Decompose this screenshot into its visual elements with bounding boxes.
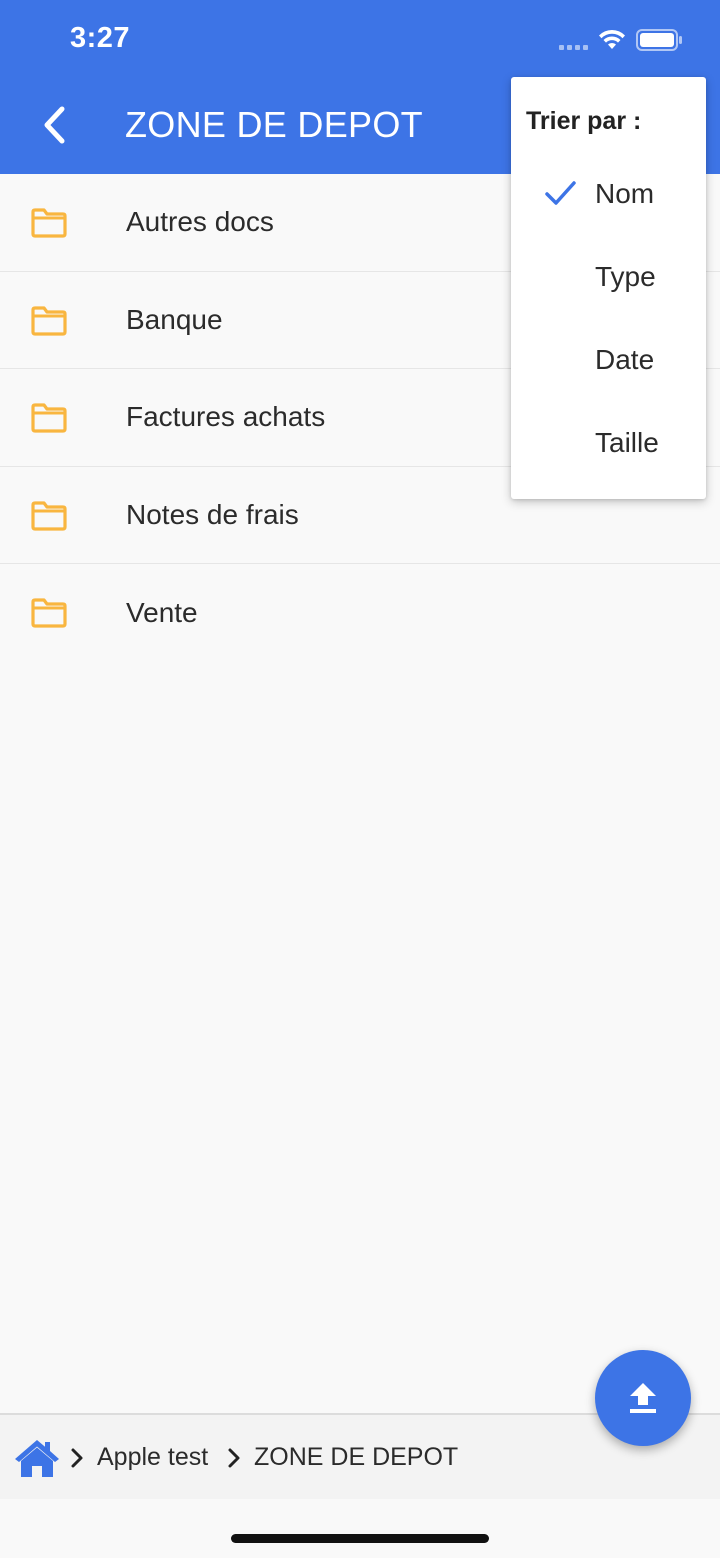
sort-option-label: Taille <box>595 427 659 458</box>
battery-icon <box>636 29 682 51</box>
breadcrumb-item-current: ZONE DE DEPOT <box>254 1443 459 1471</box>
folder-label: Notes de frais <box>126 498 299 530</box>
folder-label: Vente <box>126 596 198 628</box>
sort-option-nom[interactable]: Nom <box>511 159 706 229</box>
breadcrumb-item[interactable]: Apple test <box>97 1443 208 1472</box>
folder-label: Banque <box>126 303 223 335</box>
sort-menu-title: Trier par : <box>526 107 642 135</box>
chevron-right-icon <box>71 1448 83 1468</box>
file-browser-screen: 3:27 ZONE DE DEPOT Autres docs Banque Fa… <box>0 0 720 1558</box>
status-time: 3:27 <box>70 22 131 54</box>
folder-icon <box>31 598 67 628</box>
folder-icon <box>31 500 67 531</box>
check-icon <box>545 181 576 205</box>
folder-icon <box>31 208 67 238</box>
cellular-signal-icon <box>559 30 588 50</box>
chevron-left-icon <box>44 106 65 144</box>
upload-button[interactable] <box>595 1350 691 1446</box>
chevron-right-icon <box>228 1448 240 1468</box>
sort-menu: Trier par : Nom Type Date Taille <box>511 77 706 499</box>
folder-icon <box>31 403 67 433</box>
sort-option-type[interactable]: Type <box>511 242 706 312</box>
upload-icon <box>630 1383 656 1413</box>
page-title: ZONE DE DEPOT <box>125 104 423 145</box>
sort-option-date[interactable]: Date <box>511 325 706 395</box>
home-indicator <box>231 1534 489 1543</box>
sort-option-taille[interactable]: Taille <box>511 408 706 478</box>
sort-option-label: Nom <box>595 178 655 209</box>
home-icon[interactable] <box>13 1437 61 1479</box>
folder-row-vente[interactable]: Vente <box>0 564 720 662</box>
sort-option-label: Type <box>595 261 656 292</box>
back-button[interactable] <box>32 103 76 147</box>
folder-icon <box>31 305 67 336</box>
sort-option-label: Date <box>595 344 655 375</box>
wifi-icon <box>599 29 625 49</box>
folder-label: Factures achats <box>126 401 326 433</box>
status-icons <box>559 28 682 52</box>
folder-label: Autres docs <box>126 206 274 238</box>
